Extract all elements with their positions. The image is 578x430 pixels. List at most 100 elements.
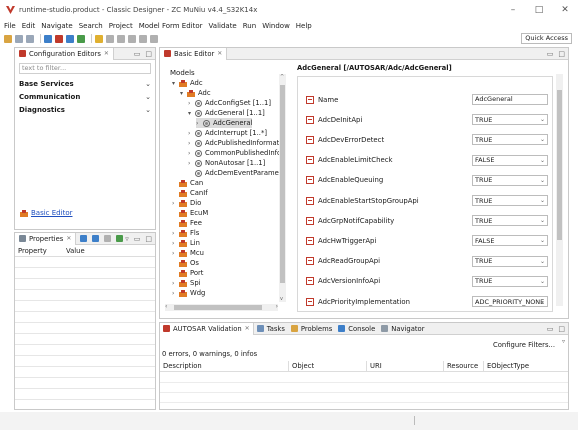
menu-help[interactable]: Help bbox=[296, 22, 312, 30]
expand-down-icon[interactable]: ▾ bbox=[172, 80, 179, 87]
view-menu-icon[interactable]: ▿ bbox=[125, 235, 129, 243]
parameter-select[interactable]: TRUE ⌄ bbox=[472, 215, 548, 227]
expand-right-icon[interactable]: › bbox=[188, 140, 195, 147]
tree-item[interactable]: › Fls bbox=[172, 228, 199, 238]
category-communication[interactable]: Communication ⌄ bbox=[19, 90, 151, 103]
maximize-panel-icon[interactable]: □ bbox=[145, 235, 152, 243]
tree-item[interactable]: ▾ AdcGeneral [1..1] bbox=[188, 108, 265, 118]
tree-item[interactable]: ▾ Adc bbox=[172, 78, 203, 88]
menu-validate[interactable]: Validate bbox=[209, 22, 237, 30]
restore-default-icon[interactable] bbox=[104, 235, 112, 242]
tree-item[interactable]: Port bbox=[172, 268, 203, 278]
filter-input[interactable]: text to filter... bbox=[19, 63, 151, 74]
expand-right-icon[interactable]: › bbox=[188, 160, 195, 167]
expand-right-icon[interactable]: › bbox=[172, 250, 179, 257]
minimize-panel-icon[interactable]: ▭ bbox=[547, 325, 554, 333]
parameter-select[interactable]: TRUE ⌄ bbox=[472, 134, 548, 146]
tree-item[interactable]: › AdcInterrupt [1..*] bbox=[188, 128, 267, 138]
minimize-panel-icon[interactable]: ▭ bbox=[547, 50, 554, 58]
parameter-select[interactable]: TRUE ⌄ bbox=[472, 174, 548, 186]
expand-right-icon[interactable]: › bbox=[188, 100, 195, 107]
menu-window[interactable]: Window bbox=[262, 22, 290, 30]
minimize-panel-icon[interactable]: ▭ bbox=[134, 235, 141, 243]
tree-hscrollbar[interactable]: ‹ › bbox=[165, 303, 278, 311]
expand-down-icon[interactable]: ▾ bbox=[180, 90, 187, 97]
tree-item[interactable]: › AdcConfigSet [1..1] bbox=[188, 98, 271, 108]
parameter-select[interactable]: FALSE ⌄ bbox=[472, 154, 548, 166]
tree-item[interactable]: Os bbox=[172, 258, 199, 268]
parameter-select[interactable]: TRUE ⌄ bbox=[472, 195, 548, 206]
category-base-services[interactable]: Base Services ⌄ bbox=[19, 77, 151, 90]
close-icon[interactable]: ✕ bbox=[104, 50, 109, 57]
tab-configuration-editors[interactable]: Configuration Editors ✕ bbox=[15, 47, 114, 60]
tree-item[interactable]: › Lin bbox=[172, 238, 200, 248]
menu-edit[interactable]: Edit bbox=[22, 22, 36, 30]
validate-icon[interactable] bbox=[55, 34, 63, 43]
tree-item[interactable]: ▾ Adc bbox=[180, 88, 211, 98]
tab-basic-editor[interactable]: Basic Editor ✕ bbox=[160, 47, 228, 60]
wand-icon[interactable] bbox=[95, 34, 103, 43]
name-input[interactable]: AdcGeneral bbox=[472, 94, 548, 105]
tab-properties[interactable]: Properties ✕ bbox=[15, 232, 77, 245]
menu-file[interactable]: File bbox=[4, 22, 16, 30]
tree-item[interactable]: › Spi bbox=[172, 278, 201, 288]
menu-run[interactable]: Run bbox=[243, 22, 256, 30]
parameter-select[interactable]: TRUE ⌄ bbox=[472, 275, 548, 287]
run-icon[interactable] bbox=[77, 34, 85, 43]
tree-item[interactable]: › Dio bbox=[172, 198, 201, 208]
tab-tasks[interactable]: Tasks bbox=[254, 323, 288, 335]
categories-icon[interactable] bbox=[80, 235, 88, 242]
forward-icon[interactable] bbox=[150, 34, 158, 43]
quick-access-field[interactable]: Quick Access bbox=[521, 33, 572, 44]
tree-item[interactable]: Fee bbox=[172, 218, 202, 228]
close-icon[interactable]: ✕ bbox=[66, 235, 71, 242]
expand-right-icon[interactable]: › bbox=[172, 280, 179, 287]
column-description[interactable]: Description bbox=[160, 361, 289, 371]
tab-navigator[interactable]: Navigator bbox=[378, 323, 427, 335]
column-uri[interactable]: URI bbox=[367, 361, 444, 371]
expand-right-icon[interactable]: › bbox=[188, 130, 195, 137]
expand-right-icon[interactable]: › bbox=[172, 290, 179, 297]
parameter-select[interactable]: ADC_PRIORITY_NONE ⌄ bbox=[472, 296, 548, 307]
category-diagnostics[interactable]: Diagnostics ⌄ bbox=[19, 103, 151, 116]
close-icon[interactable]: ✕ bbox=[217, 50, 222, 57]
maximize-panel-icon[interactable]: □ bbox=[558, 325, 565, 333]
tree-item[interactable]: EcuM bbox=[172, 208, 208, 218]
tree-item[interactable]: › Wdg bbox=[172, 288, 205, 298]
configure-filters-button[interactable]: Configure Filters... bbox=[493, 341, 555, 349]
form-scrollbar[interactable] bbox=[556, 74, 563, 306]
expand-right-icon[interactable]: › bbox=[172, 200, 179, 207]
parameter-select[interactable]: TRUE ⌄ bbox=[472, 255, 548, 267]
column-eobjecttype[interactable]: EObjectType bbox=[484, 361, 568, 371]
expand-right-icon[interactable]: › bbox=[172, 240, 179, 247]
tree-item[interactable]: › AdcPublishedInformatic bbox=[188, 138, 285, 148]
tree-item[interactable]: › NonAutosar [1..1] bbox=[188, 158, 265, 168]
expand-right-icon[interactable]: › bbox=[188, 150, 195, 157]
maximize-panel-icon[interactable]: □ bbox=[145, 50, 152, 58]
settings-icon[interactable] bbox=[66, 34, 74, 43]
tree-item[interactable]: AdcDemEventParamete bbox=[188, 168, 286, 178]
column-object[interactable]: Object bbox=[289, 361, 367, 371]
expand-right-icon[interactable]: › bbox=[172, 230, 179, 237]
new-icon[interactable] bbox=[4, 34, 12, 43]
tab-autosar-validation[interactable]: AUTOSAR Validation ✕ bbox=[160, 322, 254, 335]
minimize-panel-icon[interactable]: ▭ bbox=[134, 50, 141, 58]
menu-model-form-editor[interactable]: Model Form Editor bbox=[139, 22, 203, 30]
parameter-select[interactable]: TRUE ⌄ bbox=[472, 114, 548, 126]
tree-scrollbar[interactable]: ^ v bbox=[279, 74, 286, 302]
tab-console[interactable]: Console bbox=[335, 323, 378, 335]
close-button[interactable]: ✕ bbox=[552, 0, 578, 20]
advanced-icon[interactable] bbox=[92, 235, 100, 242]
menu-project[interactable]: Project bbox=[109, 22, 133, 30]
maximize-panel-icon[interactable]: □ bbox=[558, 50, 565, 58]
view-menu-icon[interactable]: ▿ bbox=[562, 338, 565, 345]
tree-item[interactable]: CanIf bbox=[172, 188, 208, 198]
basic-editor-link[interactable]: Basic Editor bbox=[20, 209, 72, 217]
tree-item[interactable]: › Mcu bbox=[172, 248, 204, 258]
maximize-button[interactable]: □ bbox=[526, 0, 552, 20]
save-all-icon[interactable] bbox=[26, 34, 34, 43]
tree-item[interactable]: › AdcGeneral bbox=[196, 118, 253, 128]
prev-annotation-icon[interactable] bbox=[128, 34, 136, 43]
close-icon[interactable]: ✕ bbox=[245, 325, 250, 332]
tab-problems[interactable]: Problems bbox=[288, 323, 335, 335]
